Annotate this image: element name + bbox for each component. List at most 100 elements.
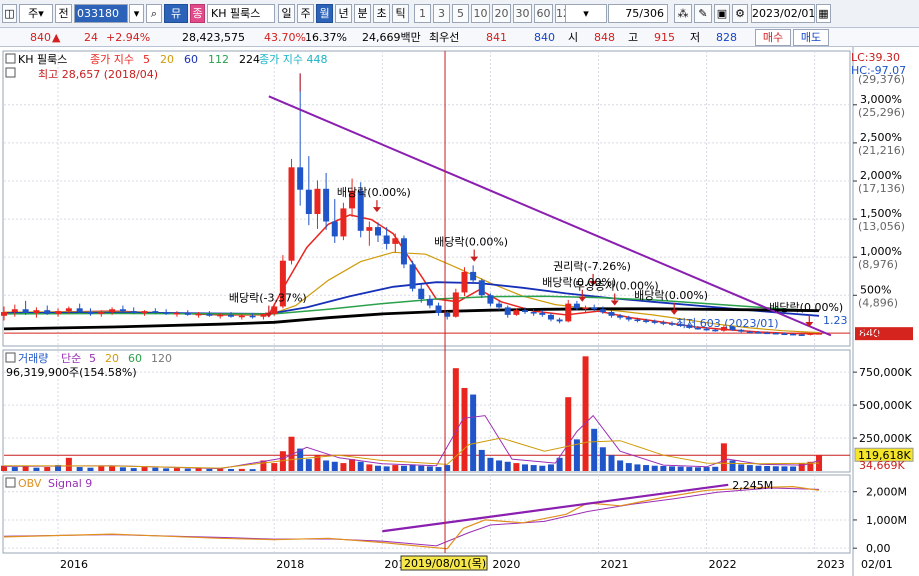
- candle-body-64: [608, 312, 615, 316]
- interval-input[interactable]: ▾: [565, 4, 607, 23]
- volume-bar-73: [686, 467, 693, 471]
- volume-tick-1: 500,000K: [859, 399, 912, 412]
- date-input[interactable]: 2023/02/01: [751, 4, 815, 23]
- volume-bar-82: [764, 465, 771, 471]
- x-tick-2020: 2020: [492, 558, 520, 571]
- candle-body-66: [625, 317, 632, 320]
- candle-body-16: [173, 312, 180, 315]
- candle-body-13: [141, 311, 148, 313]
- interval-tab-60[interactable]: 60: [534, 4, 553, 23]
- interval-tab-30[interactable]: 30: [513, 4, 532, 23]
- volume-bar-51: [496, 460, 503, 471]
- volume-bar-50: [487, 457, 494, 471]
- code-dropdown-icon[interactable]: ▾: [129, 4, 144, 23]
- connect-icon[interactable]: ⁂: [674, 4, 692, 23]
- period-tab-5[interactable]: 초: [373, 4, 390, 23]
- mode-button[interactable]: 뮤: [164, 4, 188, 23]
- interval-tab-10[interactable]: 10: [471, 4, 490, 23]
- open-label: 시: [568, 31, 579, 44]
- candle-body-79: [738, 329, 745, 332]
- price-change: 24: [84, 31, 98, 44]
- volume-bar-49: [478, 449, 485, 471]
- search-icon[interactable]: ⌕: [146, 4, 162, 23]
- right-date-label: 02/01: [861, 558, 893, 571]
- price-bottom-label: 214: [859, 327, 880, 340]
- volume-bar-38: [383, 466, 390, 471]
- volume-tick-0: 750,000K: [859, 366, 912, 379]
- interval-tab-1[interactable]: 1: [414, 4, 431, 23]
- price-tick-pct-0: 3,000%: [860, 93, 902, 106]
- sell-button[interactable]: 매도: [793, 29, 829, 46]
- volume-bar-72: [677, 466, 684, 471]
- volume-bar-7: [76, 467, 83, 471]
- volume-bar-81: [755, 465, 762, 471]
- ma-legend-60: 60: [184, 53, 198, 66]
- volume-bar-43: [426, 466, 433, 471]
- candle-body-30: [314, 188, 321, 215]
- stock-chart[interactable]: 3,000%(25,296) 2,500%(21,216) 2,000%(17,13…: [0, 47, 919, 576]
- candle-body-81: [755, 332, 762, 334]
- volume-ma-legend-60: 60: [128, 352, 142, 365]
- interval-tab-20[interactable]: 20: [492, 4, 511, 23]
- volume-bar-17: [184, 468, 191, 471]
- volume-bar-75: [703, 467, 710, 471]
- volume-bar-39: [392, 465, 399, 471]
- ma-legend-5: 5: [143, 53, 150, 66]
- volume-bar-18: [195, 468, 202, 471]
- x-tick-2022: 2022: [709, 558, 737, 571]
- candle-body-18: [195, 313, 202, 316]
- price-tick-price-5: (4,896): [858, 296, 898, 309]
- candle-body-57: [547, 314, 554, 320]
- candle-body-24: [260, 313, 267, 317]
- candle-body-68: [643, 320, 650, 322]
- volume-ma-legend-120: 120: [151, 352, 172, 365]
- gear-icon[interactable]: ⚙: [732, 4, 748, 23]
- candle-body-63: [599, 309, 606, 313]
- price-legend-name: KH 필룩스: [18, 53, 67, 66]
- buy-button[interactable]: 매수: [755, 29, 791, 46]
- event-label-0: 배당락(-3.37%): [229, 292, 307, 305]
- x-tick-2023: 2023: [817, 558, 845, 571]
- best-quote-label: 최우선: [429, 31, 460, 44]
- prefix-button[interactable]: 전: [55, 4, 72, 23]
- candle-body-40: [400, 238, 407, 265]
- volume-bar-2: [22, 466, 29, 471]
- draw-tool-icon[interactable]: ✎: [694, 4, 712, 23]
- volume-bar-1: [11, 467, 18, 471]
- stock-code-input[interactable]: 033180: [74, 4, 128, 23]
- period-tab-2[interactable]: 월: [316, 4, 333, 23]
- right-end-label: 1.23: [823, 314, 848, 327]
- period-tab-6[interactable]: 틱: [392, 4, 409, 23]
- volume-bar-46: [452, 368, 459, 471]
- period-tab-3[interactable]: 년: [335, 4, 352, 23]
- volume-legend-name: 거래량: [18, 352, 48, 365]
- interval-tab-5[interactable]: 5: [452, 4, 469, 23]
- candle-body-83: [772, 332, 779, 335]
- price-change-pct: +2.94%: [106, 31, 151, 44]
- period-select[interactable]: 주▾: [19, 4, 53, 23]
- volume-bar-78: [729, 460, 736, 471]
- candle-body-6: [65, 308, 72, 312]
- candle-body-86: [798, 334, 805, 336]
- price-tick-price-4: (8,976): [858, 258, 898, 271]
- volume-bar-15: [163, 468, 170, 471]
- volume-bar-74: [694, 467, 701, 471]
- period-select-value: 주: [28, 7, 39, 20]
- volume-bar-64: [608, 455, 615, 471]
- event-label-3: 권리락(-7.26%): [553, 260, 631, 273]
- layout-icon[interactable]: ◫: [2, 4, 17, 23]
- calendar-icon[interactable]: ▦: [816, 4, 831, 23]
- candle-body-8: [87, 312, 94, 314]
- period-tab-1[interactable]: 주: [297, 4, 314, 23]
- save-icon[interactable]: ▣: [714, 4, 730, 23]
- volume-bar-61: [582, 356, 589, 471]
- candle-body-51: [496, 303, 503, 308]
- interval-tab-3[interactable]: 3: [433, 4, 450, 23]
- period-tab-0[interactable]: 일: [278, 4, 295, 23]
- candle-body-29: [305, 189, 312, 215]
- volume-bar-62: [591, 428, 598, 471]
- volume-bar-84: [781, 466, 788, 471]
- candle-body-32: [331, 221, 338, 237]
- volume-bar-33: [340, 463, 347, 471]
- period-tab-4[interactable]: 분: [354, 4, 371, 23]
